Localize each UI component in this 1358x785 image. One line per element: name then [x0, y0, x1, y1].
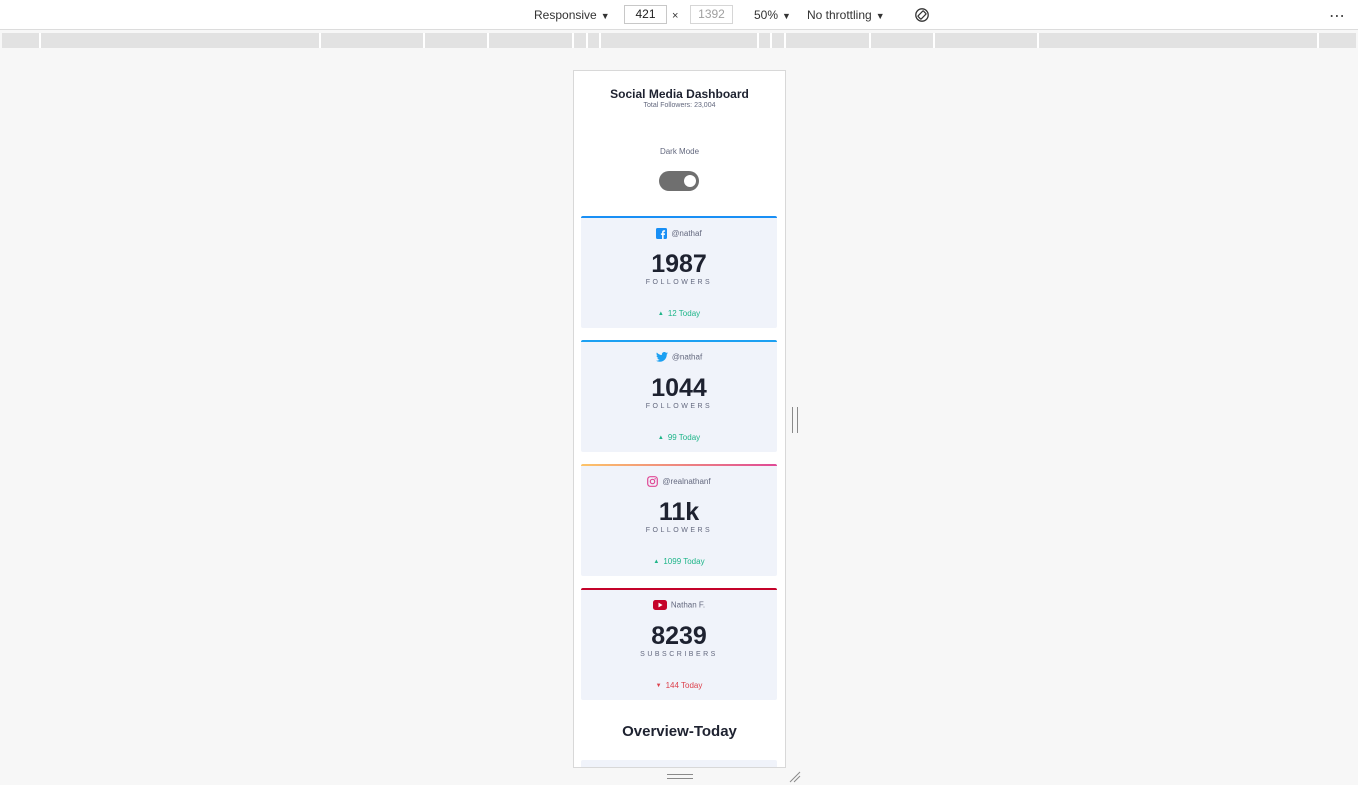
arrow-down-icon: ▼ — [655, 683, 662, 689]
facebook-icon — [656, 228, 668, 239]
chevron-down-icon: ▼ — [600, 11, 610, 21]
ruler-tick — [1037, 33, 1039, 48]
card-delta: ▲ 12 Today — [581, 309, 777, 318]
card-delta: ▲ 99 Today — [581, 433, 777, 442]
ruler-tick — [757, 33, 759, 48]
chevron-down-icon: ▼ — [782, 11, 791, 21]
instagram-icon — [647, 476, 659, 487]
zoom-label: 50% — [754, 8, 779, 22]
chevron-down-icon: ▼ — [875, 11, 885, 21]
card-twitter[interactable]: @nathaf 1044 FOLLOWERS ▲ 99 Today — [581, 340, 777, 452]
card-label: FOLLOWERS — [645, 527, 713, 534]
overview-card[interactable] — [581, 760, 777, 767]
dark-mode-label: Dark Mode — [659, 147, 700, 156]
throttling-dropdown[interactable]: No throttling ▼ — [807, 7, 885, 24]
card-instagram[interactable]: @realnathanf 11k FOLLOWERS ▲ 1099 Today — [581, 464, 777, 576]
device-mode-label: Responsive — [534, 8, 597, 22]
card-handle-text: @nathaf — [671, 352, 703, 362]
toggle-knob — [684, 175, 696, 187]
card-label: SUBSCRIBERS — [640, 651, 718, 658]
ruler-tick — [319, 33, 321, 48]
card-facebook[interactable]: @nathaf 1987 FOLLOWERS ▲ 12 Today — [581, 216, 777, 328]
card-count: 11k — [658, 498, 700, 526]
arrow-up-icon: ▲ — [657, 311, 664, 317]
resize-handle-bottom[interactable] — [667, 774, 693, 779]
device-mode-dropdown[interactable]: Responsive ▼ — [534, 7, 610, 24]
twitter-icon — [655, 352, 668, 362]
card-delta-text: 144 Today — [665, 681, 703, 690]
card-handle: @nathaf — [581, 228, 777, 239]
ruler-tick — [572, 33, 574, 48]
devtools-toolbar: Responsive ▼ 421 × 1392 50% ▼ No throttlin… — [0, 0, 1358, 30]
ruler-tick — [770, 33, 772, 48]
width-input[interactable]: 421 — [624, 5, 667, 24]
ruler-tick — [586, 33, 588, 48]
ruler-tick — [487, 33, 489, 48]
page-title: Social Media Dashboard — [610, 87, 749, 101]
arrow-up-icon: ▲ — [657, 435, 664, 441]
card-accent-bar — [581, 216, 777, 218]
ruler-tick — [423, 33, 425, 48]
throttling-label: No throttling — [807, 8, 872, 22]
rotate-icon[interactable] — [914, 7, 930, 23]
card-delta-text: 1099 Today — [663, 557, 705, 566]
card-accent-bar — [581, 464, 777, 466]
more-options-icon[interactable]: ⋯ — [1329, 6, 1346, 26]
card-handle: @realnathanf — [581, 476, 777, 487]
ruler-tick — [1317, 33, 1319, 48]
resize-corner-icon[interactable] — [789, 771, 801, 783]
card-accent-bar — [581, 340, 777, 342]
device-viewport: Social Media Dashboard Total Followers: … — [573, 70, 786, 768]
ruler-tick — [599, 33, 601, 48]
card-count: 1044 — [651, 374, 707, 402]
media-query-bar[interactable] — [2, 33, 1356, 48]
youtube-icon — [652, 600, 667, 610]
card-delta-text: 12 Today — [667, 309, 701, 318]
card-accent-bar — [581, 588, 777, 590]
card-count: 1987 — [651, 250, 707, 278]
dark-mode-toggle[interactable] — [659, 171, 699, 191]
total-followers: Total Followers: 23,004 — [643, 102, 716, 109]
card-delta-text: 99 Today — [667, 433, 701, 442]
ruler-tick — [933, 33, 935, 48]
resize-handle-right[interactable] — [792, 407, 798, 433]
card-handle: @nathaf — [581, 352, 777, 362]
card-youtube[interactable]: Nathan F. 8239 SUBSCRIBERS ▼ 144 Today — [581, 588, 777, 700]
card-label: FOLLOWERS — [645, 403, 713, 410]
ruler-tick — [784, 33, 786, 48]
zoom-dropdown[interactable]: 50% ▼ — [754, 7, 791, 24]
ruler-tick — [39, 33, 41, 48]
ruler-tick — [869, 33, 871, 48]
card-handle-text: @nathaf — [671, 229, 702, 238]
card-delta: ▲ 1099 Today — [581, 557, 777, 566]
card-label: FOLLOWERS — [645, 279, 713, 286]
card-handle-text: Nathan F. — [670, 600, 706, 610]
card-delta: ▼ 144 Today — [581, 681, 777, 690]
card-handle: Nathan F. — [581, 600, 777, 610]
card-handle-text: @realnathanf — [662, 477, 711, 486]
dimension-separator: × — [672, 10, 679, 22]
overview-title: Overview-Today — [622, 723, 737, 740]
height-input[interactable]: 1392 — [690, 5, 733, 24]
arrow-up-icon: ▲ — [653, 559, 660, 565]
card-count: 8239 — [651, 622, 707, 650]
